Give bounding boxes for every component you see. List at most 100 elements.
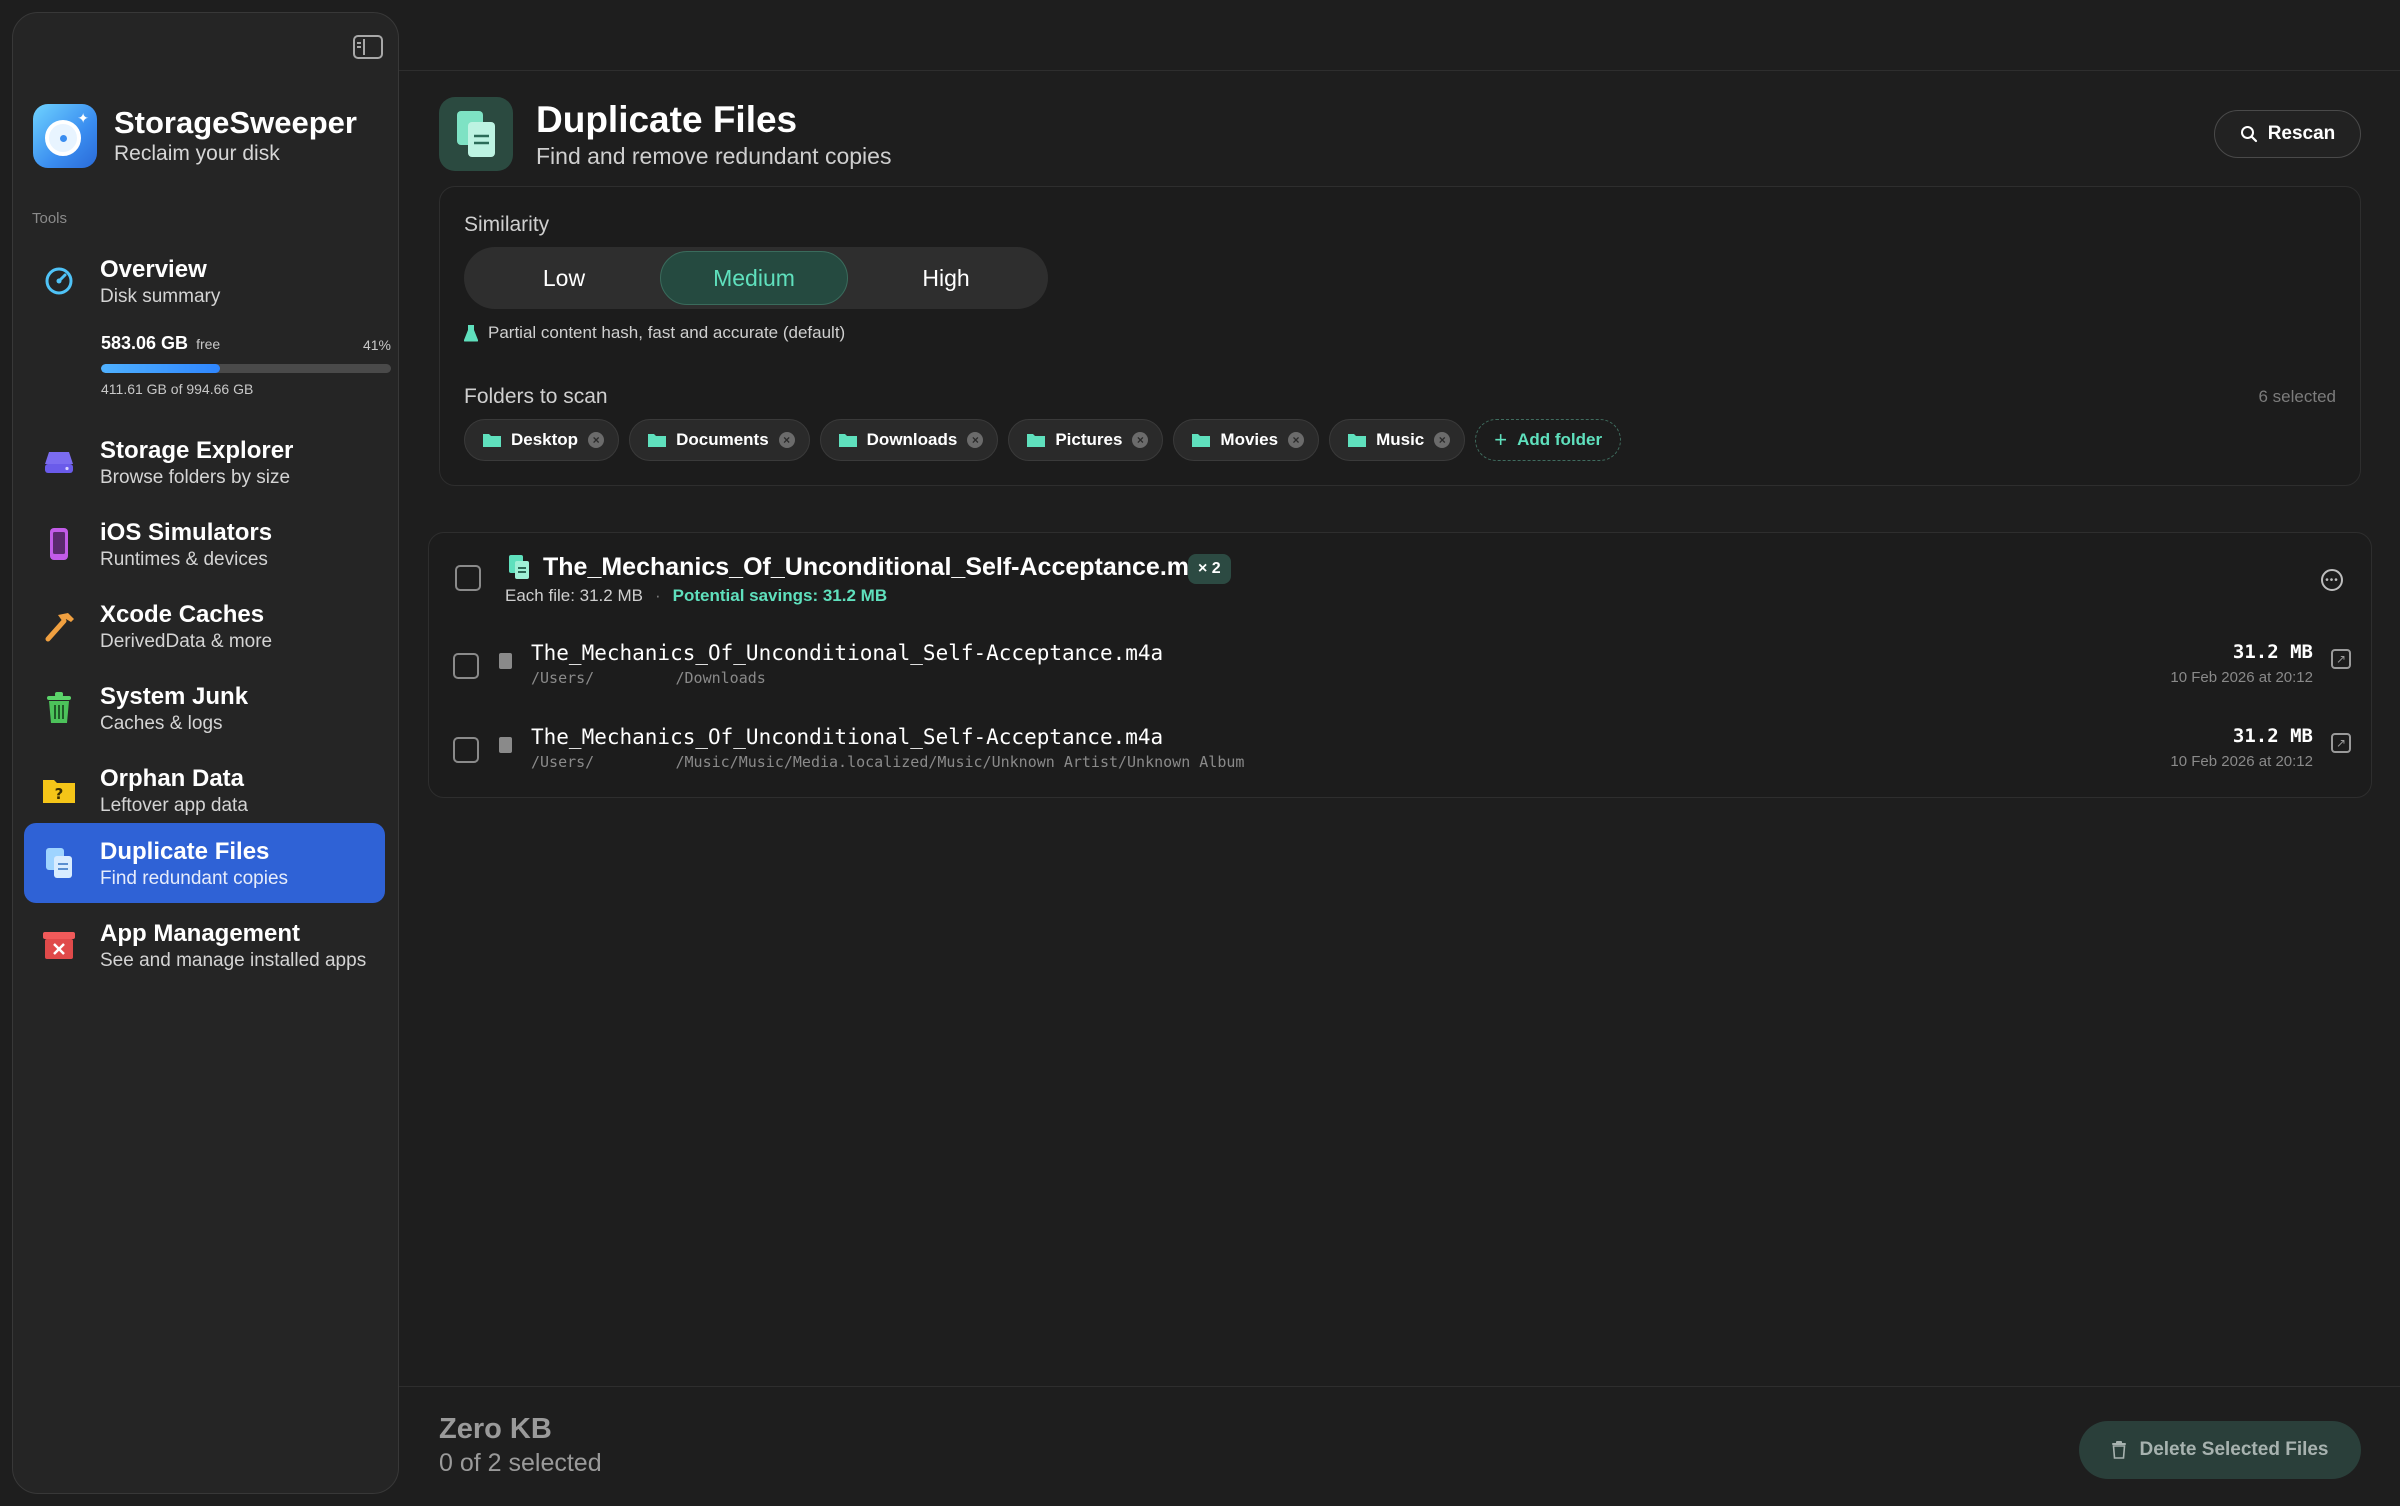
sidebar-item-title: Xcode Caches: [100, 601, 265, 628]
file-checkbox[interactable]: [453, 737, 479, 763]
hammer-icon: [41, 608, 77, 644]
similarity-hint: Partial content hash, fast and accurate …: [464, 323, 845, 343]
file-name: The_Mechanics_Of_Unconditional_Self-Acce…: [531, 641, 1164, 665]
folder-chip-music[interactable]: Music ×: [1329, 419, 1466, 461]
question-folder-icon: ?: [41, 772, 77, 808]
sidebar-item-subtitle: Runtimes & devices: [100, 549, 268, 570]
group-checkbox[interactable]: [455, 565, 481, 591]
folder-chip-label: Desktop: [511, 430, 579, 449]
sidebar-item-xcode-caches[interactable]: Xcode Caches DerivedData & more: [24, 586, 385, 666]
phone-icon: [41, 526, 77, 562]
add-folder-button[interactable]: + Add folder: [1475, 419, 1622, 461]
selected-total-size: Zero KB: [439, 1413, 552, 1445]
reveal-in-finder-icon[interactable]: ↗: [2331, 733, 2351, 753]
sidebar-item-title: Overview: [100, 256, 207, 283]
folder-icon: [1348, 434, 1367, 447]
sidebar-item-system-junk[interactable]: System Junk Caches & logs: [24, 668, 385, 748]
disk-free-label: free: [196, 336, 221, 352]
sidebar-item-duplicate-files[interactable]: Duplicate Files Find redundant copies: [24, 823, 385, 903]
sidebar-item-storage-explorer[interactable]: Storage Explorer Browse folders by size: [24, 422, 385, 502]
folder-chip-pictures[interactable]: Pictures ×: [1008, 419, 1164, 461]
folder-chip-label: Pictures: [1055, 430, 1123, 449]
search-icon: [2240, 126, 2257, 143]
remove-folder-icon[interactable]: ×: [1132, 432, 1149, 448]
folder-chips: Desktop × Documents × Downloads × Pictur…: [464, 419, 1622, 461]
disk-usage-bar: [101, 364, 391, 373]
trash-icon: [2112, 1441, 2127, 1459]
sidebar-item-subtitle: Browse folders by size: [100, 467, 291, 488]
similarity-label: Similarity: [464, 213, 550, 236]
remove-folder-icon[interactable]: ×: [1288, 432, 1305, 448]
file-date: 10 Feb 2026 at 20:12: [2170, 669, 2313, 686]
app-logo-icon: ✦: [33, 104, 97, 168]
group-meta: Each file: 31.2 MB · Potential savings: 31…: [505, 586, 888, 605]
similarity-segmented-control: Low Medium High: [464, 247, 1048, 309]
folder-chip-desktop[interactable]: Desktop ×: [464, 419, 620, 461]
sidebar-toggle-icon[interactable]: [353, 35, 383, 59]
duplicate-file-row: The_Mechanics_Of_Unconditional_Self-Acce…: [429, 627, 2373, 707]
file-size: 31.2 MB: [2232, 641, 2313, 663]
page-title: Duplicate Files: [536, 99, 798, 140]
folder-icon: [483, 434, 501, 447]
document-icon: [499, 653, 512, 669]
sidebar-item-subtitle: Caches & logs: [100, 713, 223, 734]
gauge-icon: [41, 263, 77, 299]
file-name: The_Mechanics_Of_Unconditional_Self-Acce…: [531, 725, 1164, 749]
more-options-icon[interactable]: •••: [2321, 569, 2343, 591]
folder-icon: [838, 434, 857, 447]
disk-detail: 411.61 GB of 994.66 GB: [101, 381, 254, 397]
sidebar: ✦ StorageSweeper Reclaim your disk Tools…: [12, 12, 399, 1494]
trash-icon: [41, 690, 77, 726]
app-window: ✦ StorageSweeper Reclaim your disk Tools…: [0, 0, 2400, 1506]
folder-chip-downloads[interactable]: Downloads ×: [819, 419, 999, 461]
folder-chip-movies[interactable]: Movies ×: [1173, 419, 1320, 461]
delete-selected-button[interactable]: Delete Selected Files: [2079, 1421, 2361, 1479]
duplicate-docs-icon: [41, 845, 77, 881]
file-checkbox[interactable]: [453, 653, 479, 679]
sidebar-item-app-management[interactable]: App Management See and manage installed …: [24, 905, 385, 985]
selected-count: 0 of 2 selected: [439, 1449, 602, 1477]
similarity-option-high[interactable]: High: [848, 251, 1044, 305]
folder-chip-label: Documents: [676, 430, 769, 449]
sidebar-item-subtitle: Leftover app data: [100, 795, 248, 816]
similarity-option-low[interactable]: Low: [468, 251, 660, 305]
disk-usage-widget: 583.06 GB free 41% 411.61 GB of 994.66 GB: [101, 333, 391, 397]
potential-savings: Potential savings: 31.2 MB: [672, 586, 888, 605]
app-tagline: Reclaim your disk: [114, 142, 280, 165]
duplicate-group-card: The_Mechanics_Of_Unconditional_Self-Acce…: [428, 532, 2372, 798]
sidebar-item-orphan-data[interactable]: ? Orphan Data Leftover app data: [24, 750, 385, 830]
plus-icon: +: [1494, 427, 1508, 452]
similarity-hint-text: Partial content hash, fast and accurate …: [488, 323, 846, 342]
svg-text:?: ?: [55, 785, 64, 803]
add-folder-label: Add folder: [1517, 430, 1603, 449]
disk-usage-fill: [101, 364, 220, 373]
tools-section-label: Tools: [32, 210, 68, 227]
sidebar-item-title: Orphan Data: [100, 765, 245, 792]
app-box-icon: [41, 927, 77, 963]
folder-chip-documents[interactable]: Documents ×: [629, 419, 810, 461]
flask-icon: [464, 325, 478, 342]
remove-folder-icon[interactable]: ×: [967, 432, 984, 448]
folder-chip-label: Music: [1376, 430, 1425, 449]
app-name: StorageSweeper: [114, 105, 357, 140]
file-date: 10 Feb 2026 at 20:12: [2170, 753, 2313, 770]
delete-selected-label: Delete Selected Files: [2139, 1439, 2329, 1460]
duplicate-docs-icon: [439, 97, 513, 171]
copies-count-badge: × 2: [1188, 554, 1231, 584]
sidebar-item-subtitle: See and manage installed apps: [100, 950, 367, 971]
folder-icon: [648, 434, 667, 447]
file-size: 31.2 MB: [2232, 725, 2313, 747]
similarity-option-medium[interactable]: Medium: [660, 251, 848, 305]
sidebar-item-ios-simulators[interactable]: iOS Simulators Runtimes & devices: [24, 504, 385, 584]
each-file-size: Each file: 31.2 MB: [505, 586, 643, 605]
remove-folder-icon[interactable]: ×: [588, 432, 605, 448]
folders-label: Folders to scan: [464, 385, 608, 408]
group-file-name: The_Mechanics_Of_Unconditional_Self-Acce…: [543, 553, 1217, 581]
remove-folder-icon[interactable]: ×: [778, 432, 795, 448]
reveal-in-finder-icon[interactable]: ↗: [2331, 649, 2351, 669]
rescan-button[interactable]: Rescan: [2214, 110, 2361, 158]
remove-folder-icon[interactable]: ×: [1434, 432, 1451, 448]
sidebar-item-overview[interactable]: Overview Disk summary: [24, 241, 385, 321]
duplicate-docs-icon: [509, 555, 529, 579]
sidebar-item-title: Storage Explorer: [100, 437, 294, 464]
